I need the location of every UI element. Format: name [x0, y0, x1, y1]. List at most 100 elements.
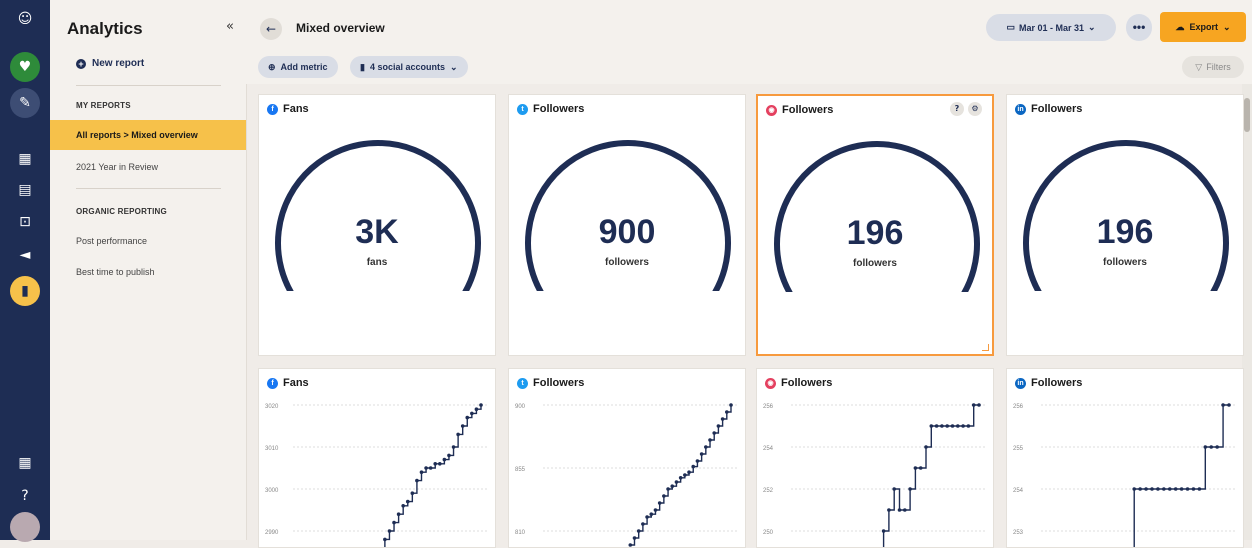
dashboard-icon[interactable]: ▦ — [10, 144, 40, 174]
card-title: Followers — [533, 103, 585, 115]
export-label: Export — [1189, 22, 1218, 32]
data-point — [460, 424, 465, 428]
y-tick-label: 253 — [1013, 530, 1024, 536]
series-line — [630, 405, 732, 546]
help-icon[interactable]: ? — [10, 481, 40, 511]
sidebar-item-best-time-to-publish[interactable]: Best time to publish — [76, 267, 155, 277]
gauge-card[interactable]: t Followers 900 followers — [508, 94, 746, 356]
owl-logo-icon[interactable]: ☺ — [10, 4, 40, 34]
analytics-icon[interactable]: ▮ — [10, 276, 40, 306]
gauge-card[interactable]: f Fans 3K fans — [258, 94, 496, 356]
data-point — [1173, 487, 1178, 491]
card-header: in Followers — [1015, 377, 1082, 389]
data-point — [945, 424, 949, 428]
new-report-button[interactable]: + New report — [76, 58, 144, 69]
data-point — [1197, 487, 1202, 491]
sidebar-item-mixed-overview[interactable]: All reports > Mixed overview — [50, 120, 246, 150]
sidebar-item-2021-year-in-review[interactable]: 2021 Year in Review — [76, 162, 158, 172]
y-tick-label: 256 — [1013, 404, 1024, 410]
chevron-down-icon: ⌄ — [1222, 21, 1231, 32]
gauge-unit: fans — [366, 257, 388, 268]
data-point — [695, 459, 700, 463]
data-point — [977, 403, 981, 407]
filters-button[interactable]: ▽ Filters — [1182, 56, 1244, 78]
date-range-label: Mar 01 - Mar 31 — [1018, 22, 1084, 33]
collapse-icon[interactable]: « — [226, 19, 234, 34]
trophy-icon[interactable]: ♥ — [10, 52, 40, 82]
twitter-icon: t — [517, 103, 528, 115]
gauge-value: 3K — [355, 213, 399, 251]
data-point — [662, 494, 666, 498]
export-button[interactable]: ☁ Export ⌄ — [1160, 12, 1246, 42]
section-heading-my-reports: MY REPORTS — [76, 101, 131, 110]
data-point — [1156, 487, 1160, 491]
line-chart-card[interactable]: t Followers 900 855 810 — [508, 368, 746, 548]
calendar-icon[interactable]: ▤ — [10, 175, 40, 205]
linkedin-icon: in — [1015, 103, 1026, 115]
apps-icon[interactable]: ▦ — [10, 448, 40, 478]
card-title: Fans — [283, 377, 309, 389]
chevron-down-icon: ⌄ — [450, 61, 458, 72]
data-point — [447, 453, 451, 458]
gauge-card[interactable]: in Followers 196 followers — [1006, 94, 1244, 356]
gauge-value: 196 — [846, 214, 904, 252]
plus-icon: + — [76, 58, 86, 69]
card-header: f Fans — [267, 377, 309, 389]
data-point — [929, 424, 934, 428]
data-point — [712, 431, 717, 435]
line-chart-card[interactable]: ◉ Followers 256 254 252 250 — [756, 368, 994, 548]
sidebar-item-post-performance[interactable]: Post performance — [76, 236, 147, 246]
data-point — [881, 529, 886, 533]
compose-icon[interactable]: ✎ — [10, 88, 40, 118]
avatar[interactable] — [10, 512, 40, 542]
data-point — [474, 407, 479, 411]
back-arrow-icon[interactable]: ← — [260, 18, 282, 40]
series-line — [384, 405, 482, 547]
card-tools: ? ⚙ — [950, 102, 982, 116]
card-header: t Followers — [517, 103, 584, 115]
resize-handle[interactable] — [982, 344, 989, 351]
social-accounts-dropdown[interactable]: ▮ 4 social accounts ⌄ — [350, 56, 468, 78]
data-point — [433, 462, 438, 466]
gauge-card[interactable]: ◉ Followers 196 followers ? ⚙ — [756, 94, 994, 356]
data-point — [1179, 487, 1184, 491]
line-chart-card[interactable]: in Followers 256 255 254 253 — [1006, 368, 1244, 548]
card-title: Followers — [782, 104, 834, 116]
data-point — [657, 501, 662, 505]
data-point — [405, 499, 410, 504]
data-point — [708, 438, 712, 442]
social-accounts-label: 4 social accounts — [369, 62, 445, 72]
data-point — [1167, 487, 1172, 491]
y-tick-label: 254 — [1013, 488, 1024, 494]
y-tick-label: 254 — [763, 446, 774, 452]
megaphone-icon[interactable]: ◄ — [10, 240, 40, 270]
section-heading-organic-reporting: ORGANIC REPORTING — [76, 207, 167, 216]
data-point — [961, 424, 965, 428]
data-point — [903, 508, 907, 512]
data-point — [678, 476, 683, 480]
y-tick-label: 255 — [1013, 446, 1024, 452]
data-point — [887, 508, 891, 512]
card-title: Followers — [1031, 377, 1083, 389]
gear-icon[interactable]: ⚙ — [968, 102, 982, 116]
card-header: in Followers — [1015, 103, 1082, 115]
data-point — [1185, 487, 1190, 491]
card-header: ◉ Followers — [765, 377, 832, 389]
data-point — [383, 537, 387, 542]
y-tick-label: 256 — [763, 404, 774, 410]
data-point — [419, 470, 424, 474]
report-header: ← Mixed overview ▭ Mar 01 - Mar 31 ⌄ •••… — [246, 0, 1252, 84]
line-chart-card[interactable]: f Fans 3020 3010 3000 2990 — [258, 368, 496, 548]
more-options-button[interactable]: ••• — [1126, 14, 1152, 41]
scrollbar-thumb[interactable] — [1244, 98, 1250, 132]
data-point — [934, 424, 939, 428]
data-point — [1138, 487, 1142, 491]
add-metric-button[interactable]: ⊕ Add metric — [258, 56, 338, 78]
date-range-picker[interactable]: ▭ Mar 01 - Mar 31 ⌄ — [986, 14, 1116, 41]
data-point — [1150, 487, 1154, 491]
calendar-icon: ▭ — [1006, 22, 1015, 32]
data-point — [913, 466, 918, 470]
inbox-icon[interactable]: ⊡ — [10, 207, 40, 237]
gauge-unit: followers — [1103, 257, 1147, 268]
help-icon[interactable]: ? — [950, 102, 964, 116]
